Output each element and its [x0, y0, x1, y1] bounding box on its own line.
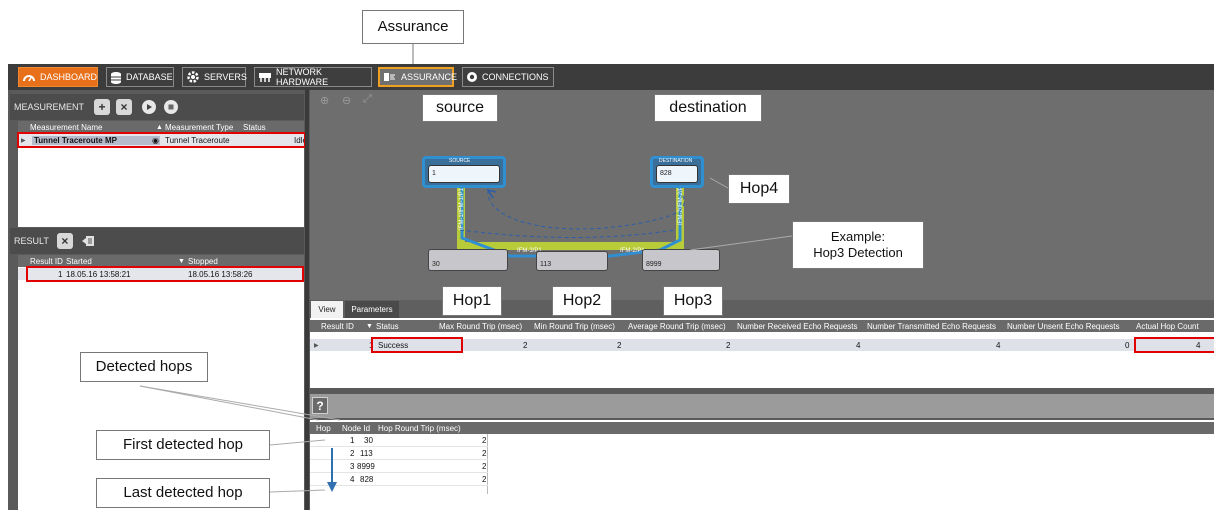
hop3-callout-text: Hop3: [673, 292, 713, 309]
hop1-callout: Hop1: [442, 286, 502, 316]
hop4-callout-text: Hop4: [739, 180, 779, 197]
hop4-callout: Hop4: [728, 174, 790, 204]
example-callout: Example: Hop3 Detection: [792, 221, 924, 269]
last-detected-hop-callout: Last detected hop: [96, 478, 270, 508]
first-detected-hop-callout-text: First detected hop: [122, 435, 244, 453]
hop2-callout: Hop2: [552, 286, 612, 316]
hop1-callout-text: Hop1: [452, 292, 492, 309]
hop3-callout: Hop3: [663, 286, 723, 316]
source-callout-text: source: [435, 99, 485, 116]
example-callout-line1: Example:: [830, 228, 886, 244]
destination-callout: destination: [654, 94, 762, 122]
last-detected-hop-callout-text: Last detected hop: [123, 483, 243, 501]
detected-hops-callout-text: Detected hops: [95, 357, 193, 375]
hop2-callout-text: Hop2: [562, 292, 602, 309]
source-callout: source: [422, 94, 498, 122]
example-callout-line2: Hop3 Detection: [813, 245, 903, 260]
first-detected-hop-callout: First detected hop: [96, 430, 270, 460]
destination-callout-text: destination: [669, 99, 747, 116]
detected-hops-callout: Detected hops: [80, 352, 208, 382]
